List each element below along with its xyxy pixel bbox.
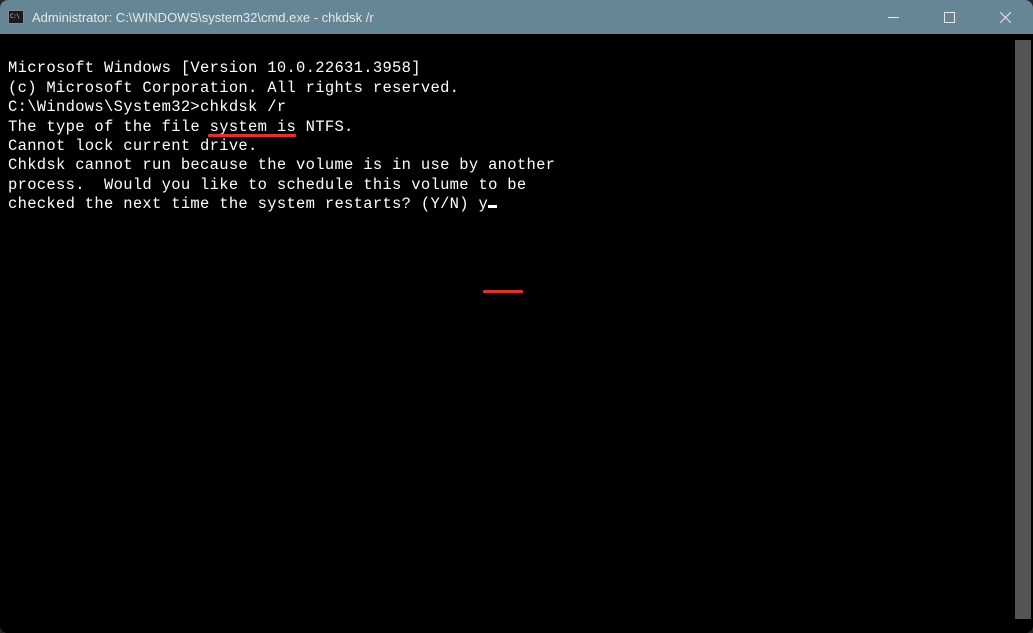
cmd-window: C:\ Administrator: C:\WINDOWS\system32\c… — [0, 0, 1033, 633]
output-line: Cannot lock current drive. — [8, 137, 1033, 156]
output-line: The type of the file system is NTFS. — [8, 118, 1033, 137]
terminal-body[interactable]: Microsoft Windows [Version 10.0.22631.39… — [0, 34, 1033, 633]
prompt-text: C:\Windows\System32> — [8, 98, 200, 116]
minimize-button[interactable] — [865, 0, 921, 34]
scrollbar[interactable] — [1015, 40, 1031, 619]
cmd-icon: C:\ — [8, 9, 24, 25]
command-text: chkdsk /r — [200, 98, 286, 116]
output-line: process. Would you like to schedule this… — [8, 176, 1033, 195]
titlebar[interactable]: C:\ Administrator: C:\WINDOWS\system32\c… — [0, 0, 1033, 34]
output-line: Microsoft Windows [Version 10.0.22631.39… — [8, 59, 1033, 78]
window-title: Administrator: C:\WINDOWS\system32\cmd.e… — [32, 10, 865, 25]
maximize-icon — [944, 12, 955, 23]
minimize-icon — [888, 12, 899, 23]
prompt-question: checked the next time the system restart… — [8, 195, 478, 213]
terminal-content: Microsoft Windows [Version 10.0.22631.39… — [8, 40, 1033, 292]
annotation-underline — [208, 134, 296, 137]
output-line: Chkdsk cannot run because the volume is … — [8, 156, 1033, 175]
scrollbar-thumb[interactable] — [1015, 40, 1031, 619]
output-line: (c) Microsoft Corporation. All rights re… — [8, 79, 1033, 98]
annotation-underline — [483, 290, 523, 293]
prompt-line: C:\Windows\System32>chkdsk /r — [8, 98, 1033, 117]
cursor — [488, 205, 497, 208]
user-input: y — [478, 195, 488, 213]
scrollbar-track — [1015, 40, 1031, 619]
close-icon — [1000, 12, 1011, 23]
maximize-button[interactable] — [921, 0, 977, 34]
output-line: checked the next time the system restart… — [8, 195, 1033, 214]
close-button[interactable] — [977, 0, 1033, 34]
window-controls — [865, 0, 1033, 34]
